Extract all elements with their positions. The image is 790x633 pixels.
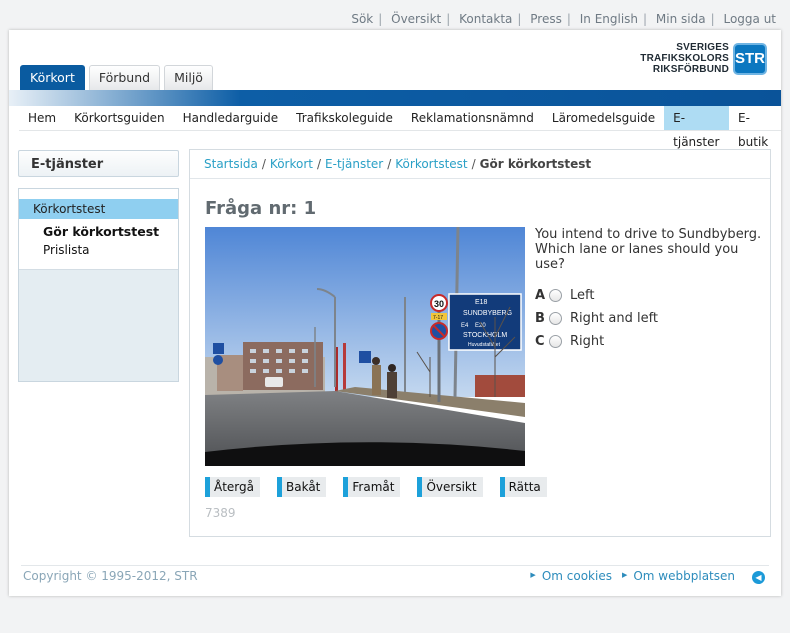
answer-label: Left — [570, 288, 595, 303]
sub-navigation: Hem Körkortsguiden Handledarguide Trafik… — [19, 106, 781, 149]
top-link-logout[interactable]: Logga ut — [723, 12, 776, 26]
top-link-overview[interactable]: Översikt — [391, 12, 441, 26]
top-link-my-page[interactable]: Min sida — [656, 12, 706, 26]
top-links: Sök | Översikt | Kontakta | Press | In Engli… — [351, 12, 776, 26]
sidebar-item-gor-korkortstest[interactable]: Gör körkortstest — [19, 223, 178, 241]
str-logo[interactable]: SVERIGES TRAFIKSKOLORS RIKSFÖRBUND STR — [640, 42, 767, 75]
answer-c-radio[interactable] — [549, 335, 562, 348]
back-to-start-button[interactable]: Återgå — [205, 477, 260, 497]
breadcrumb-korkort[interactable]: Körkort — [270, 157, 313, 171]
nav-item-trafikskoleguide[interactable]: Trafikskoleguide — [287, 106, 402, 130]
nav-item-reklamationsnamnd[interactable]: Reklamationsnämnd — [402, 106, 543, 130]
tab-korkort[interactable]: Körkort — [20, 65, 85, 90]
header-bar — [9, 90, 781, 106]
sidebar-item-prislista[interactable]: Prislista — [19, 241, 178, 259]
answer-c[interactable]: C Right — [535, 330, 658, 353]
sidebar-menu: Körkortstest Gör körkortstest Prislista — [18, 188, 179, 382]
breadcrumb-startsida[interactable]: Startsida — [204, 157, 258, 171]
question-buttons: Återgå Bakåt Framåt Översikt Rätta — [205, 477, 564, 497]
main-content: Startsida / Körkort / E-tjänster / Körkortstes… — [189, 149, 771, 537]
footer: Copyright © 1995-2012, STR ▶ Om cookies ▶… — [21, 565, 769, 590]
svg-text:Huvudstafältet: Huvudstafältet — [468, 342, 501, 348]
nav-item-hem[interactable]: Hem — [19, 106, 65, 130]
svg-text:E4: E4 — [461, 323, 469, 329]
top-link-contact[interactable]: Kontakta — [459, 12, 512, 26]
arrow-right-icon: ▶ — [621, 571, 628, 579]
page-frame: SVERIGES TRAFIKSKOLORS RIKSFÖRBUND STR K… — [9, 30, 781, 596]
svg-text:7-17: 7-17 — [433, 315, 443, 321]
footer-link-about[interactable]: Om webbplatsen — [633, 569, 735, 583]
copyright: Copyright © 1995-2012, STR — [23, 569, 198, 583]
answer-options: A Left B Right and left C Right — [535, 284, 658, 353]
nav-item-e-butik[interactable]: E-butik — [729, 106, 781, 149]
tab-forbund[interactable]: Förbund — [88, 65, 161, 90]
sidebar-heading: E-tjänster — [18, 150, 179, 177]
previous-button[interactable]: Bakåt — [277, 477, 327, 497]
speaker-icon[interactable]: ◀ — [752, 571, 765, 584]
svg-text:30: 30 — [434, 299, 444, 309]
main-tabs: Körkort Förbund Miljö — [20, 65, 217, 91]
nav-item-handledarguide[interactable]: Handledarguide — [174, 106, 288, 130]
svg-text:SUNDBYBERG: SUNDBYBERG — [463, 310, 512, 317]
answer-b[interactable]: B Right and left — [535, 307, 658, 330]
question-id: 7389 — [205, 506, 236, 520]
nav-item-laromedelsguide[interactable]: Läromedelsguide — [543, 106, 664, 130]
svg-text:STOCKHOLM: STOCKHOLM — [463, 332, 507, 339]
breadcrumb: Startsida / Körkort / E-tjänster / Körkortstes… — [190, 150, 770, 179]
svg-text:E18: E18 — [475, 299, 488, 306]
breadcrumb-korkortstest[interactable]: Körkortstest — [395, 157, 467, 171]
answer-a[interactable]: A Left — [535, 284, 658, 307]
top-link-press[interactable]: Press — [530, 12, 562, 26]
answer-label: Right and left — [570, 311, 659, 326]
answer-label: Right — [570, 334, 605, 349]
answer-letter: A — [535, 288, 546, 303]
footer-link-cookies[interactable]: Om cookies — [542, 569, 612, 583]
top-link-search[interactable]: Sök — [351, 12, 373, 26]
next-button[interactable]: Framåt — [343, 477, 401, 497]
logo-badge: STR — [733, 42, 767, 75]
grade-button[interactable]: Rätta — [499, 477, 547, 497]
top-link-english[interactable]: In English — [580, 12, 638, 26]
nav-item-e-tjanster[interactable]: E-tjänster — [664, 106, 730, 149]
arrow-right-icon: ▶ — [530, 571, 536, 579]
footer-links: ▶ Om cookies ▶ Om webbplatsen — [520, 569, 735, 583]
overview-button[interactable]: Översikt — [417, 477, 483, 497]
question-title: Fråga nr: 1 — [205, 198, 317, 219]
breadcrumb-e-tjanster[interactable]: E-tjänster — [325, 157, 383, 171]
breadcrumb-current: Gör körkortstest — [479, 157, 592, 171]
nav-item-korkortsguiden[interactable]: Körkortsguiden — [65, 106, 173, 130]
logo-text: SVERIGES TRAFIKSKOLORS RIKSFÖRBUND — [640, 42, 729, 75]
answer-a-radio[interactable] — [549, 289, 562, 302]
question-text: You intend to drive to Sundbyberg. Which… — [535, 227, 762, 272]
answer-b-radio[interactable] — [549, 312, 562, 325]
question-photo: E18 SUNDBYBERG E4 E20 STOCKHOLM Huvudsta… — [205, 227, 525, 466]
tab-miljo[interactable]: Miljö — [164, 65, 213, 90]
answer-letter: C — [535, 334, 545, 349]
answer-letter: B — [535, 311, 545, 326]
sidebar-item-korkortstest[interactable]: Körkortstest — [19, 199, 178, 219]
